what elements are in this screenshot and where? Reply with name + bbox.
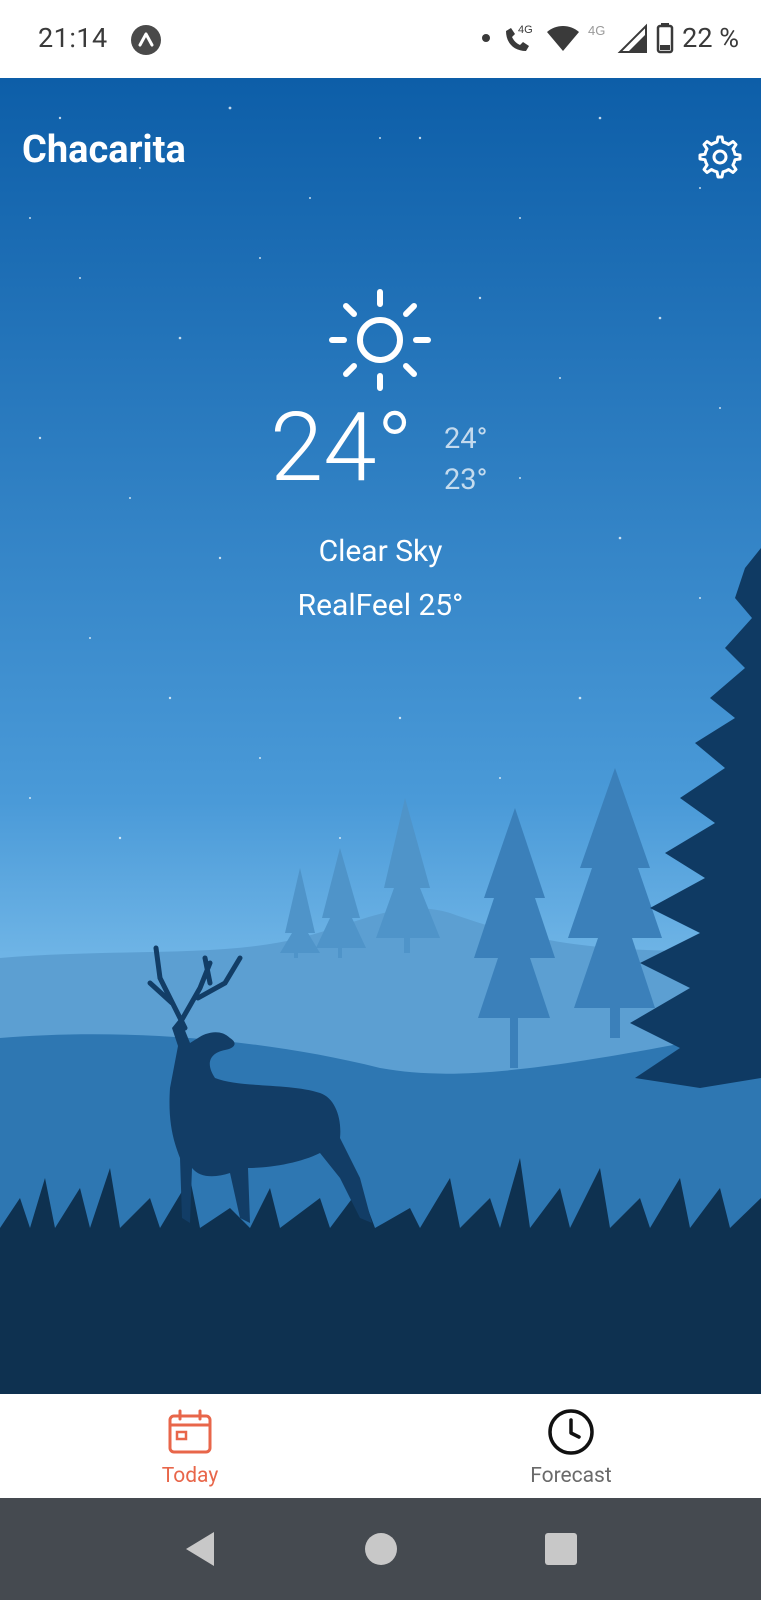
volte-call-icon: 4G xyxy=(506,24,533,51)
home-icon[interactable] xyxy=(360,1528,402,1570)
system-navigation-bar xyxy=(0,1498,761,1600)
tab-today[interactable]: Today xyxy=(0,1394,380,1498)
realfeel-text: RealFeel 25° xyxy=(297,588,464,623)
network-label-1: 4G xyxy=(518,24,533,36)
app-notification-icon xyxy=(131,25,161,55)
status-time: 21:14 xyxy=(38,22,108,54)
tab-today-label: Today xyxy=(161,1464,219,1488)
network-label-2: 4G xyxy=(588,23,605,38)
wifi-icon xyxy=(547,26,580,51)
calendar-icon xyxy=(168,1409,212,1454)
condition-text: Clear Sky xyxy=(318,534,443,569)
current-temperature: 24° xyxy=(270,392,413,504)
battery-icon xyxy=(656,23,674,54)
battery-percent: 22 % xyxy=(682,22,739,54)
sun-icon xyxy=(329,289,431,391)
dot-icon xyxy=(482,34,491,42)
city-name: Chacarita xyxy=(22,128,186,172)
bottom-navigation: Today Forecast xyxy=(0,1394,761,1498)
scene-background xyxy=(0,78,761,1394)
recents-icon[interactable] xyxy=(540,1528,582,1570)
status-icons: 4G 4G 22 % xyxy=(482,18,739,58)
back-icon[interactable] xyxy=(180,1528,222,1570)
gear-icon[interactable] xyxy=(694,132,742,180)
app-root: 21:14 4G 4G 22 % Chacarita 24° 24° 23° C… xyxy=(0,0,761,1600)
tab-forecast-label: Forecast xyxy=(530,1464,612,1488)
weather-scene: Chacarita 24° 24° 23° Clear Sky RealFeel… xyxy=(0,78,761,1394)
status-bar: 21:14 4G 4G 22 % xyxy=(0,0,761,78)
temperature-low: 23° xyxy=(444,463,488,497)
cell-signal-icon: 4G xyxy=(588,23,648,53)
temperature-high: 24° xyxy=(444,422,488,456)
clock-icon xyxy=(548,1409,594,1455)
tab-forecast[interactable]: Forecast xyxy=(381,1394,761,1498)
